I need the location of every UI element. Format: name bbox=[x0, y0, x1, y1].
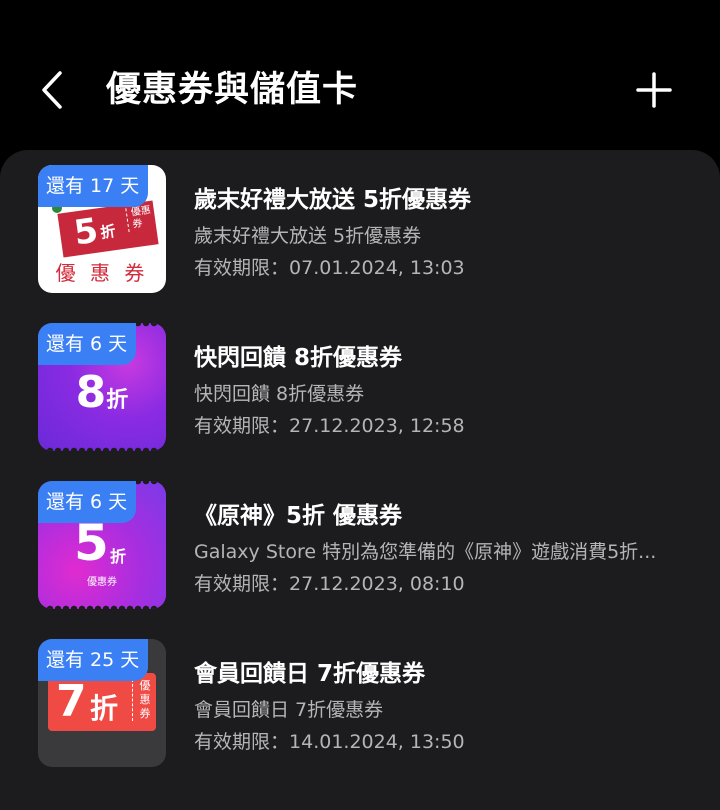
ticket-side-text: 優惠券 bbox=[132, 679, 155, 721]
discount-ticket: 5 折 優惠券 bbox=[57, 200, 159, 258]
discount-unit: 折 bbox=[110, 547, 127, 566]
coupon-description: 快閃回饋 8折優惠券 bbox=[194, 383, 365, 405]
coupon-thumbnail: 還有 25 天 7 折 優惠券 bbox=[38, 639, 166, 767]
coupon-expiry: 有效期限：14.01.2024, 13:50 bbox=[194, 728, 465, 756]
coupon-list[interactable]: 還有 17 天 5 折 優惠券 優 惠 券 歲末好禮大放送 5折優惠券 歲末好禮… bbox=[0, 150, 720, 810]
coupon-item[interactable]: 還有 17 天 5 折 優惠券 優 惠 券 歲末好禮大放送 5折優惠券 歲末好禮… bbox=[0, 150, 720, 308]
coupon-expiry: 有效期限：27.12.2023, 12:58 bbox=[194, 412, 465, 440]
discount-number: 5 bbox=[74, 514, 109, 572]
coupon-thumbnail: 還有 6 天 8折 bbox=[38, 323, 166, 451]
coupon-title: 《原神》5折 優惠券 bbox=[194, 503, 403, 529]
expiry-label: 有效期限： bbox=[194, 731, 290, 753]
discount-unit: 折 bbox=[106, 388, 129, 413]
expiry-date: 27.12.2023, 08:10 bbox=[289, 573, 465, 595]
coupon-item[interactable]: 還有 25 天 7 折 優惠券 會員回饋日 7折優惠券 會員回饋日 7折優惠券 … bbox=[0, 624, 720, 782]
plus-icon bbox=[636, 72, 672, 108]
app-header: 優惠券與儲值卡 bbox=[0, 0, 720, 150]
days-left-badge: 還有 17 天 bbox=[38, 165, 149, 207]
discount-label: 8折 bbox=[38, 367, 166, 427]
days-left-badge: 還有 25 天 bbox=[38, 639, 149, 681]
coupon-title: 會員回饋日 7折優惠券 bbox=[194, 661, 426, 687]
chevron-left-icon bbox=[42, 71, 62, 109]
discount-number: 5 bbox=[71, 210, 101, 254]
coupon-description: 會員回饋日 7折優惠券 bbox=[194, 699, 384, 721]
discount-number: 7 bbox=[56, 676, 87, 727]
expiry-date: 14.01.2024, 13:50 bbox=[289, 731, 465, 753]
scallop-edge bbox=[38, 601, 166, 609]
days-left-badge: 還有 6 天 bbox=[38, 323, 137, 365]
expiry-label: 有效期限： bbox=[194, 257, 290, 279]
coupon-description: Galaxy Store 特別為您準備的《原神》遊戲消費5折... bbox=[194, 541, 657, 563]
back-button[interactable] bbox=[28, 66, 76, 114]
expiry-label: 有效期限： bbox=[194, 573, 290, 595]
thumb-caption: 優 惠 券 bbox=[55, 261, 149, 285]
coupon-expiry: 有效期限：07.01.2024, 13:03 bbox=[194, 254, 465, 282]
thumb-caption: 優惠券 bbox=[87, 577, 117, 588]
expiry-date: 27.12.2023, 12:58 bbox=[289, 415, 465, 437]
discount-number: 8 bbox=[75, 367, 107, 418]
page-title: 優惠券與儲值卡 bbox=[106, 70, 359, 110]
coupon-description: 歲末好禮大放送 5折優惠券 bbox=[194, 225, 422, 247]
ticket-side-text: 優惠券 bbox=[125, 204, 158, 233]
coupon-item[interactable]: 還有 6 天 8折 快閃回饋 8折優惠券 快閃回饋 8折優惠券 有效期限：27.… bbox=[0, 308, 720, 466]
coupon-title: 快閃回饋 8折優惠券 bbox=[194, 345, 403, 371]
scallop-edge bbox=[38, 443, 166, 451]
add-button[interactable] bbox=[628, 64, 680, 116]
discount-unit: 折 bbox=[99, 222, 117, 242]
coupon-thumbnail: 還有 6 天 5 折 優惠券 bbox=[38, 481, 166, 609]
coupon-title: 歲末好禮大放送 5折優惠券 bbox=[194, 187, 472, 213]
days-left-badge: 還有 6 天 bbox=[38, 481, 137, 523]
discount-unit: 折 bbox=[90, 692, 119, 725]
expiry-date: 07.01.2024, 13:03 bbox=[289, 257, 465, 279]
discount-ticket: 7 折 優惠券 bbox=[48, 673, 156, 731]
coupon-item[interactable]: 還有 6 天 5 折 優惠券 《原神》5折 優惠券 Galaxy Store 特… bbox=[0, 466, 720, 624]
coupon-thumbnail: 還有 17 天 5 折 優惠券 優 惠 券 bbox=[38, 165, 166, 293]
coupon-expiry: 有效期限：27.12.2023, 08:10 bbox=[194, 570, 465, 598]
expiry-label: 有效期限： bbox=[194, 415, 290, 437]
